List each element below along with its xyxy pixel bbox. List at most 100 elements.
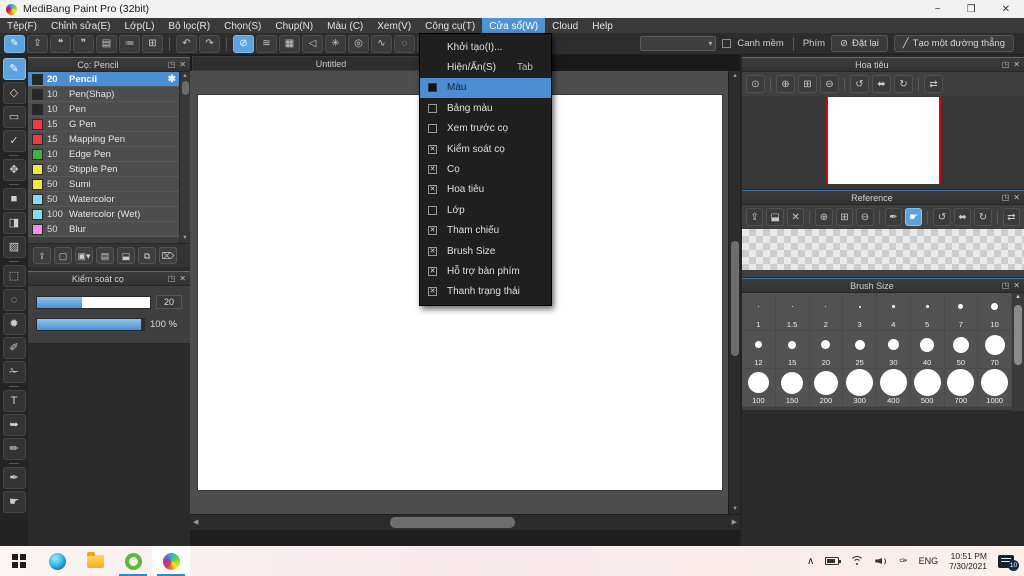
cloud-upload-button[interactable]: ⇪ [33,247,51,264]
magic-wand-tool[interactable]: ✹ [2,313,26,335]
concentric-snap-button[interactable]: ◎ [348,34,369,53]
window-menu-item[interactable]: ✕ Brush Size [420,241,551,261]
operation-tool[interactable]: ➥ [2,414,26,436]
window-menu-item[interactable]: ✕ Cọ [420,159,551,179]
brush-size-3[interactable]: 3 [843,293,877,331]
hand-tool[interactable]: ☛ [2,491,26,513]
eraser-tool[interactable]: ◇ [2,82,26,104]
brush-size-10[interactable]: 10 [978,293,1012,331]
rotate-ccw-button[interactable]: ↺ [850,75,869,93]
pen-tool[interactable]: ✏ [2,438,26,460]
shape-brush-tool[interactable]: ▭ [2,106,26,128]
brush-size-1.5[interactable]: 1.5 [775,293,810,331]
reference-transparency-area[interactable] [742,229,1024,270]
taskbar-medibang-launcher[interactable] [114,546,152,576]
duplicate-brush-button[interactable]: ⧉ [138,247,156,264]
window-menu-item[interactable]: Hiện/Ẩn(S) Tab [420,57,551,77]
window-menu-item[interactable]: Khởi tạo(I)... [420,37,551,57]
new-brush-menu-button[interactable]: ▣▾ [75,247,93,264]
brush-row[interactable]: 20 Pencil ✱ [28,72,179,87]
battery-icon[interactable] [825,557,842,565]
close-button[interactable]: ✕ [1002,4,1010,15]
menu-Chọn(S)[interactable]: Chọn(S) [217,18,268,33]
eyedropper-tool[interactable]: ✒ [2,467,26,489]
zoom-in-button[interactable]: ⊕ [776,75,795,93]
ref-zoom-in-button[interactable]: ⊕ [815,208,833,226]
popout-icon[interactable]: ◳ [168,274,176,283]
brush-row[interactable]: 10 Edge Pen [28,147,179,162]
menu-Xem(V)[interactable]: Xem(V) [370,18,418,33]
select-rect-tool[interactable]: ⬚ [2,265,26,287]
redo-button[interactable]: ↷ [199,34,220,53]
menu-Cloud[interactable]: Cloud [545,18,585,33]
ref-folder-open-button[interactable]: ⬓ [766,208,784,226]
ref-hand-button[interactable]: ☛ [904,208,923,226]
ref-fit-button[interactable]: ⊞ [835,208,854,226]
popout-icon[interactable]: ◳ [168,60,176,69]
checklist-button[interactable]: ≔ [119,34,140,53]
brush-size-4[interactable]: 4 [877,293,911,331]
brush-row[interactable]: 10 Pen(Shap) [28,87,179,102]
scroll-right-icon[interactable]: ▶ [732,518,737,526]
bucket-tool[interactable]: ◨ [2,212,26,234]
brush-size-5[interactable]: 5 [910,293,945,331]
brush-size-40[interactable]: 40 [910,331,945,369]
gradient-tool[interactable]: ▨ [2,236,26,258]
ref-rotate-cw-button[interactable]: ↻ [974,208,992,226]
scroll-thumb[interactable] [181,81,189,95]
brush-size-7[interactable]: 7 [944,293,979,331]
brush-settings-icon[interactable]: ✱ [168,74,176,85]
menu-Chỉnh sửa(E)[interactable]: Chỉnh sửa(E) [44,18,118,33]
brush-size-200[interactable]: 200 [809,369,844,407]
brush-list-scrollbar[interactable]: ▲ ▼ [179,72,190,243]
tray-chevron-icon[interactable]: ∧ [807,556,814,567]
ref-flip-button[interactable]: ⇄ [1002,208,1021,226]
notification-icon[interactable]: 10 [998,554,1019,571]
brush-row[interactable]: 100 Watercolor (Wet) [28,207,179,222]
menu-Màu (C)[interactable]: Màu (C) [320,18,370,33]
comment-button[interactable]: ❞ [73,34,94,53]
scroll-up-icon[interactable]: ▲ [182,72,188,81]
window-menu-item[interactable]: Bảng màu [420,98,551,118]
ref-reset-rotation-button[interactable]: ⬌ [953,208,972,226]
popout-icon[interactable]: ◳ [1002,60,1010,69]
brush-size-2[interactable]: 2 [809,293,844,331]
brush-size-scrollbar[interactable]: ▲ [1012,293,1024,411]
brush-row[interactable]: 15 Mapping Pen [28,132,179,147]
flip-view-button[interactable]: ⇄ [924,75,943,93]
window-menu-item[interactable]: ✕ Hoa tiêu [420,180,551,200]
ref-rotate-ccw-button[interactable]: ↺ [933,208,951,226]
minimize-button[interactable]: − [935,4,941,15]
brush-row[interactable]: 50 Stipple Pen [28,162,179,177]
ellipse-snap-button[interactable]: ◌ [394,34,415,53]
move-tool[interactable]: ✥ [2,159,26,181]
brush-size-50[interactable]: 50 [944,331,979,369]
language-indicator[interactable]: ENG [919,556,939,566]
taskbar-explorer[interactable] [76,546,114,576]
reset-rotation-button[interactable]: ⬌ [872,75,891,93]
new-brush-button[interactable]: ▢ [54,247,72,264]
scroll-up-icon[interactable]: ▲ [1015,294,1021,300]
scroll-down-icon[interactable]: ▼ [731,506,739,512]
restore-button[interactable]: ❒ [967,4,976,15]
clock[interactable]: 10:51 PM 7/30/2021 [949,551,987,571]
brush-size-1000[interactable]: 1000 [978,369,1012,407]
scroll-thumb[interactable] [731,241,739,356]
menu-Chụp(N)[interactable]: Chụp(N) [268,18,320,33]
chat-button[interactable]: ❝ [50,34,71,53]
brush-size-700[interactable]: 700 [944,369,979,407]
menu-Tệp(F)[interactable]: Tệp(F) [0,18,44,33]
brush-size-500[interactable]: 500 [910,369,945,407]
brush-row[interactable]: 50 Sumi [28,177,179,192]
menu-Help[interactable]: Help [585,18,620,33]
speaker-icon[interactable] [875,556,888,566]
layout-edit-button[interactable]: ⊞ [142,34,163,53]
brush-tool[interactable]: ✎ [2,58,26,80]
rotate-cw-button[interactable]: ↻ [894,75,913,93]
popout-icon[interactable]: ◳ [1002,193,1010,202]
menu-Bộ lọc(R)[interactable]: Bộ lọc(R) [161,18,217,33]
paint-mode-button[interactable]: ✎ [4,34,25,53]
navigator-preview[interactable] [742,96,1024,189]
text-tool[interactable]: T [2,390,26,412]
fill-rect-tool[interactable]: ■ [2,188,26,210]
